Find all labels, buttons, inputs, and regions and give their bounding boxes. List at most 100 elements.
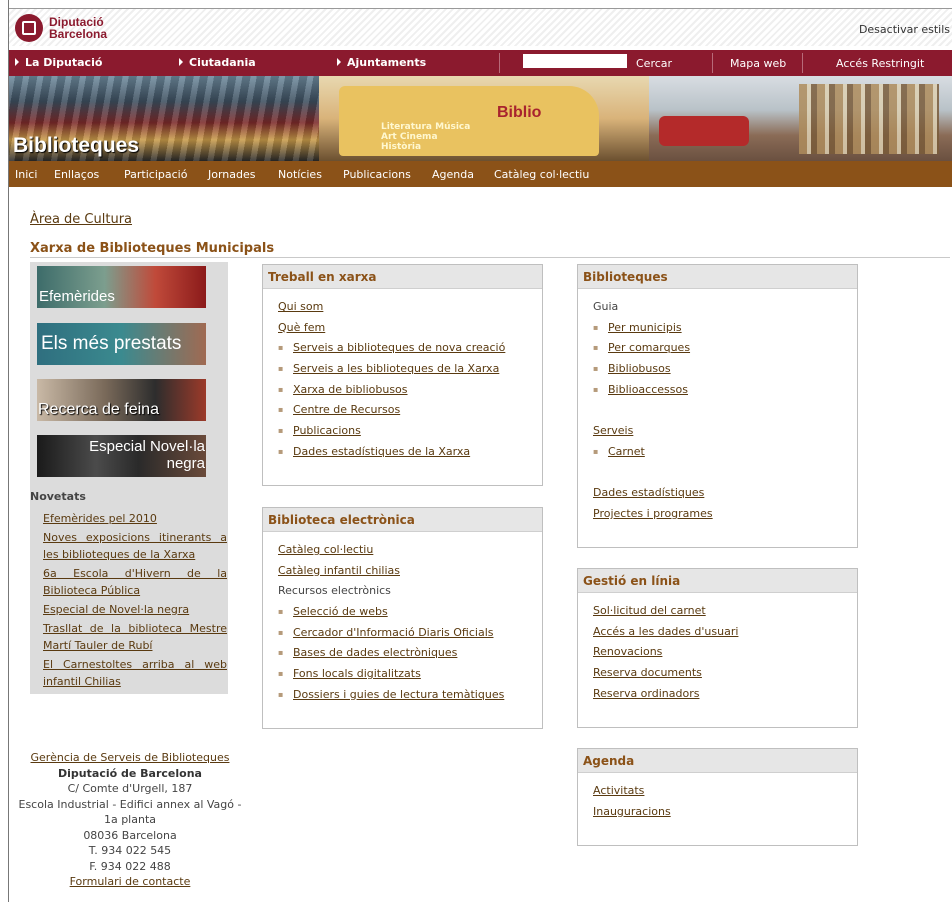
box-title: Agenda (578, 749, 857, 773)
box-link[interactable]: Selecció de webs (293, 605, 388, 618)
search-button[interactable]: Cercar (636, 57, 672, 70)
box-link[interactable]: Serveis a biblioteques de nova creació (293, 341, 505, 354)
promo-recerca-de-feina[interactable]: Recerca de feina (37, 379, 206, 421)
news-link[interactable]: Especial de Novel·la negra (43, 603, 189, 616)
nav-label: Ciutadania (189, 56, 256, 69)
cataleg-infantil-link[interactable]: Catàleg infantil chilias (278, 564, 400, 577)
bullet-icon: ▪ (593, 384, 599, 394)
box-link[interactable]: Bases de dades electròniques (293, 646, 457, 659)
news-link[interactable]: 6a Escola d'Hivern de la Biblioteca Públ… (43, 567, 227, 597)
news-item[interactable]: Efemèrides pel 2010 (43, 510, 227, 527)
diputacio-logo-icon[interactable] (15, 14, 43, 42)
address-building: Escola Industrial - Edifici annex al Vag… (18, 797, 242, 827)
van-word: Música (435, 122, 471, 132)
nav-divider (499, 53, 500, 73)
bullet-icon: ▪ (278, 364, 284, 374)
left-sidebar: Efemèrides Els més prestats Recerca de f… (30, 262, 228, 694)
reading-chairs (659, 116, 749, 146)
news-item[interactable]: Noves exposicions itinerants a les bibli… (43, 529, 227, 563)
box-link[interactable]: Centre de Recursos (293, 403, 400, 416)
projectes-link[interactable]: Projectes i programes (593, 507, 713, 520)
box-biblioteca-electronica: Biblioteca electrònica Catàleg col·lecti… (262, 507, 543, 729)
cataleg-collectiu-link[interactable]: Catàleg col·lectiu (278, 543, 373, 556)
promo-novel-la-negra[interactable]: Especial Novel·la negra (37, 435, 206, 477)
box-link[interactable]: Dossiers i guies de lectura temàtiques (293, 688, 504, 701)
news-item[interactable]: Especial de Novel·la negra (43, 601, 227, 618)
dades-estadistiques-link[interactable]: Dades estadístiques (593, 486, 704, 499)
disable-styles-link[interactable]: Desactivar estils (859, 23, 950, 36)
van-word: Cinema (399, 132, 438, 142)
news-link[interactable]: Efemèrides pel 2010 (43, 512, 157, 525)
address-org: Diputació de Barcelona (58, 766, 202, 780)
box-link[interactable]: Accés a les dades d'usuari (593, 625, 738, 638)
qui-som-link[interactable]: Qui som (278, 300, 323, 313)
contact-address: Gerència de Serveis de Biblioteques Dipu… (18, 750, 242, 890)
subnav-item-cataleg[interactable]: Catàleg col·lectiu (494, 168, 589, 181)
triangle-right-icon (15, 58, 19, 66)
area-de-cultura-link[interactable]: Àrea de Cultura (30, 212, 132, 227)
news-link[interactable]: Noves exposicions itinerants a les bibli… (43, 531, 227, 561)
activitats-link[interactable]: Activitats (593, 784, 644, 797)
logo-line-2: Barcelona (49, 27, 108, 41)
news-item[interactable]: El Carnestoltes arriba al web infantil C… (43, 656, 227, 690)
promo-efemerides[interactable]: Efemèrides (37, 266, 206, 308)
box-link[interactable]: Publicacions (293, 424, 361, 437)
triangle-right-icon (337, 58, 341, 66)
serveis-link[interactable]: Serveis (593, 424, 633, 437)
box-link[interactable]: Per comarques (608, 341, 690, 354)
subnav-item-inici[interactable]: Inici (15, 168, 37, 181)
search-input[interactable] (523, 54, 627, 68)
box-link[interactable]: Xarxa de bibliobusos (293, 383, 408, 396)
news-item[interactable]: Trasllat de la biblioteca Mestre Martí T… (43, 620, 227, 654)
box-link[interactable]: Biblioaccessos (608, 383, 688, 396)
subnav-item-publicacions[interactable]: Publicacions (343, 168, 411, 181)
box-biblioteques: Biblioteques Guia ▪ Per municipis ▪ Per co… (577, 264, 858, 548)
diputacio-logo-text[interactable]: Diputació Barcelona (49, 16, 107, 40)
bullet-icon: ▪ (278, 446, 284, 456)
bullet-icon: ▪ (278, 607, 284, 617)
box-link[interactable]: Cercador d'Informació Diaris Oficials (293, 626, 493, 639)
news-link[interactable]: Trasllat de la biblioteca Mestre Martí T… (43, 622, 227, 652)
promo-label: Els més prestats (41, 333, 182, 354)
box-link[interactable]: Renovacions (593, 645, 662, 658)
inauguracions-link[interactable]: Inauguracions (593, 805, 671, 818)
banner-bibliobus-photo: Biblio Literatura Música Art Cinema Hist… (319, 76, 649, 161)
gerencia-link[interactable]: Gerència de Serveis de Biblioteques (31, 751, 230, 764)
box-title: Biblioteca electrònica (263, 508, 542, 532)
news-item[interactable]: 6a Escola d'Hivern de la Biblioteca Públ… (43, 565, 227, 599)
van-word: Literatura (381, 122, 432, 132)
promo-els-mes-prestats[interactable]: Els més prestats (37, 323, 206, 365)
news-link[interactable]: El Carnestoltes arriba al web infantil C… (43, 658, 227, 688)
nav-item-ciutadania[interactable]: Ciutadania (179, 56, 256, 69)
box-title: Biblioteques (578, 265, 857, 289)
carnet-link[interactable]: Carnet (608, 445, 645, 458)
box-link[interactable]: Dades estadístiques de la Xarxa (293, 445, 470, 458)
address-city: 08036 Barcelona (83, 828, 177, 842)
subnav-item-agenda[interactable]: Agenda (432, 168, 474, 181)
nav-item-la-diputacio[interactable]: La Diputació (15, 56, 102, 69)
bibliobus-logo: Biblio (497, 104, 542, 121)
news-list: Efemèrides pel 2010 Noves exposicions it… (43, 510, 227, 692)
contact-form-link[interactable]: Formulari de contacte (70, 875, 191, 888)
nav-item-ajuntaments[interactable]: Ajuntaments (337, 56, 426, 69)
subnav-item-participacio[interactable]: Participació (124, 168, 187, 181)
box-link[interactable]: Bibliobusos (608, 362, 671, 375)
subnav-item-enllacos[interactable]: Enllaços (54, 168, 99, 181)
bullet-icon: ▪ (593, 322, 599, 332)
van-word: Art (381, 132, 397, 142)
sitemap-link[interactable]: Mapa web (730, 57, 786, 70)
box-link[interactable]: Per municipis (608, 321, 682, 334)
box-link[interactable]: Sol·licitud del carnet (593, 604, 706, 617)
nav-label: Ajuntaments (347, 56, 427, 69)
box-link[interactable]: Reserva ordinadors (593, 687, 699, 700)
subnav-item-noticies[interactable]: Notícies (278, 168, 322, 181)
nav-label: La Diputació (25, 56, 103, 69)
subnav-item-jornades[interactable]: Jornades (208, 168, 256, 181)
box-link[interactable]: Fons locals digitalitzats (293, 667, 421, 680)
box-link[interactable]: Reserva documents (593, 666, 702, 679)
restricted-access-link[interactable]: Accés Restringit (836, 57, 924, 70)
que-fem-link[interactable]: Què fem (278, 321, 325, 334)
bullet-icon: ▪ (593, 343, 599, 353)
bullet-icon: ▪ (278, 405, 284, 415)
box-link[interactable]: Serveis a les biblioteques de la Xarxa (293, 362, 499, 375)
